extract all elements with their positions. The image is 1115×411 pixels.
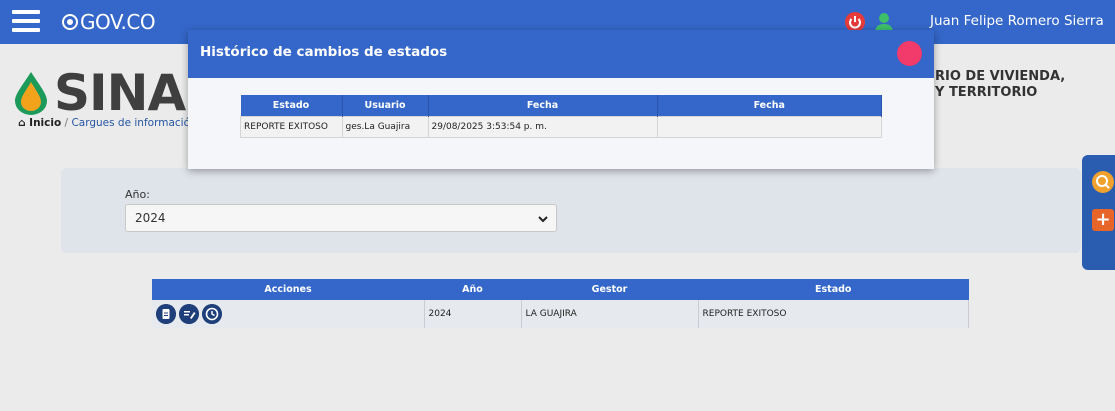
menu-icon[interactable] bbox=[12, 10, 40, 32]
gov-logo[interactable]: GOV.CO bbox=[60, 10, 156, 34]
header-estado: Estado bbox=[698, 279, 969, 300]
year-select-value: 2024 bbox=[135, 211, 166, 225]
ministry-name: RIO DE VIVIENDA, Y TERRITORIO bbox=[935, 69, 1065, 101]
table-row: 2024 LA GUAJIRA REPORTE EXITOSO bbox=[152, 300, 969, 328]
estado-cell: REPORTE EXITOSO bbox=[698, 300, 969, 328]
history-header-fecha: Fecha bbox=[428, 95, 658, 117]
search-icon[interactable] bbox=[1092, 171, 1114, 193]
year-label: Año: bbox=[125, 188, 150, 201]
document-icon[interactable] bbox=[156, 304, 176, 324]
gestor-cell: LA GUAJIRA bbox=[521, 300, 699, 328]
breadcrumb-home-label: Inicio bbox=[29, 117, 62, 129]
history-header-fecha-2: Fecha bbox=[657, 95, 882, 117]
results-table: Acciones Año Gestor Estado 2024 LA GUAJI… bbox=[152, 279, 969, 328]
close-button[interactable] bbox=[897, 41, 922, 66]
seal-icon bbox=[62, 14, 78, 30]
breadcrumb: ⌂ Inicio / Cargues de informació bbox=[18, 117, 190, 129]
history-fecha-2-cell bbox=[656, 116, 882, 138]
results-header-row: Acciones Año Gestor Estado bbox=[152, 279, 969, 300]
history-header-row: Estado Usuario Fecha Fecha bbox=[240, 95, 882, 117]
year-cell: 2024 bbox=[424, 300, 522, 328]
modal-title: Histórico de cambios de estados bbox=[200, 44, 448, 60]
chevron-down-icon bbox=[538, 216, 548, 223]
header-acciones: Acciones bbox=[152, 279, 424, 300]
user-name[interactable]: Juan Felipe Romero Sierra bbox=[930, 13, 1104, 29]
history-table: Estado Usuario Fecha Fecha REPORTE EXITO… bbox=[240, 95, 882, 138]
history-icon[interactable] bbox=[202, 304, 222, 324]
side-toolbar: + bbox=[1082, 155, 1115, 270]
modal-body: Estado Usuario Fecha Fecha REPORTE EXITO… bbox=[188, 78, 934, 169]
gov-logo-text: GOV.CO bbox=[80, 10, 156, 34]
header-ano: Año bbox=[424, 279, 521, 300]
ministry-line-2: Y TERRITORIO bbox=[935, 85, 1038, 100]
breadcrumb-current[interactable]: Cargues de informació bbox=[71, 117, 190, 129]
year-select[interactable]: 2024 bbox=[125, 204, 557, 232]
modal-header: Histórico de cambios de estados bbox=[188, 30, 934, 78]
history-header-estado: Estado bbox=[240, 95, 343, 117]
history-modal: Histórico de cambios de estados Estado U… bbox=[188, 30, 934, 169]
history-header-usuario: Usuario bbox=[342, 95, 429, 117]
actions-cell bbox=[152, 300, 425, 328]
add-icon[interactable]: + bbox=[1092, 209, 1114, 231]
ministry-line-1: RIO DE VIVIENDA, bbox=[935, 69, 1066, 84]
history-fecha-cell: 29/08/2025 3:53:54 p. m. bbox=[427, 116, 658, 138]
drop-logo-icon bbox=[15, 72, 47, 115]
header-gestor: Gestor bbox=[521, 279, 698, 300]
power-icon[interactable] bbox=[845, 12, 865, 32]
history-estado-cell: REPORTE EXITOSO bbox=[240, 116, 343, 138]
table-row: REPORTE EXITOSO ges.La Guajira 29/08/202… bbox=[240, 116, 882, 138]
breadcrumb-separator: / bbox=[64, 117, 69, 129]
edit-icon[interactable] bbox=[179, 304, 199, 324]
history-usuario-cell: ges.La Guajira bbox=[341, 116, 429, 138]
breadcrumb-home[interactable]: ⌂ Inicio bbox=[18, 117, 61, 129]
